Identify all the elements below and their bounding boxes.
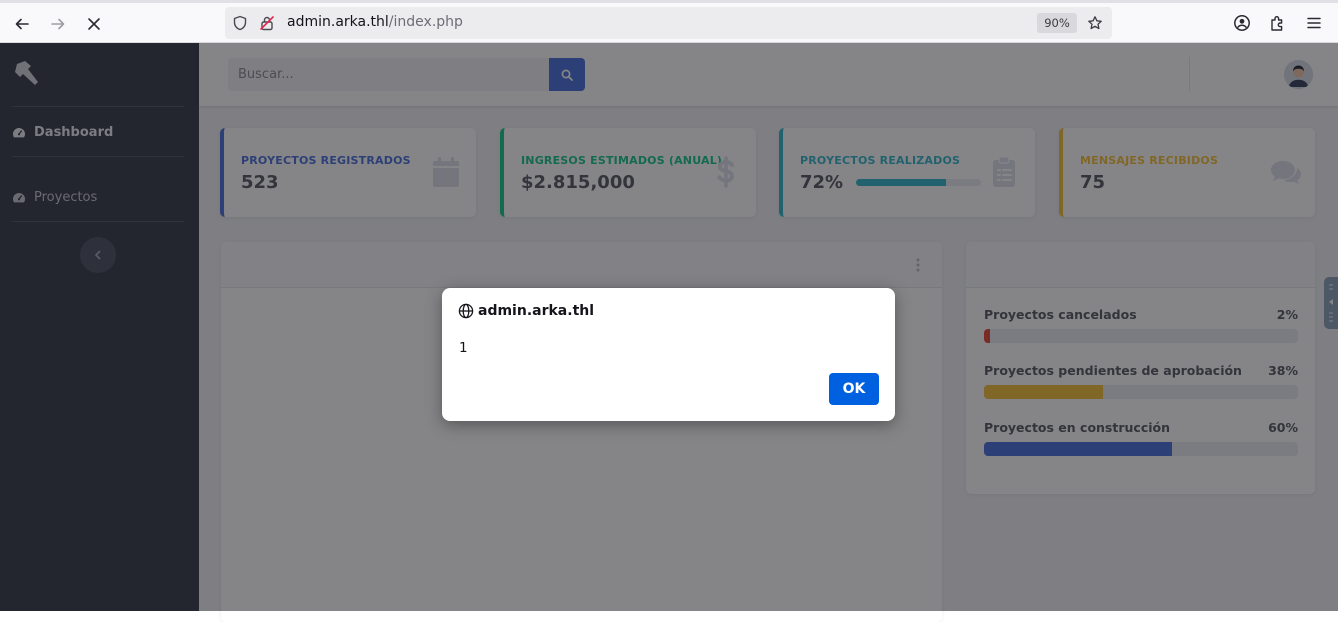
- dialog-origin-text: admin.arka.thl: [478, 303, 595, 319]
- extensions-icon[interactable]: [1269, 14, 1287, 32]
- close-icon: [88, 18, 100, 30]
- browser-toolbar: admin.arka.thl/index.php 90%: [0, 0, 1338, 43]
- ok-button[interactable]: OK: [829, 373, 879, 405]
- back-button[interactable]: [8, 11, 36, 37]
- zoom-level[interactable]: 90%: [1037, 13, 1077, 33]
- insecure-lock-icon[interactable]: [259, 15, 275, 31]
- bookmark-star-icon[interactable]: [1087, 15, 1103, 31]
- url-text[interactable]: admin.arka.thl/index.php: [287, 14, 463, 30]
- alert-dialog: admin.arka.thl 1 OK: [442, 288, 895, 421]
- arrow-left-icon: [15, 18, 29, 30]
- globe-icon: [458, 303, 474, 319]
- arrow-right-icon: [51, 18, 65, 30]
- dialog-origin: admin.arka.thl: [458, 303, 594, 319]
- forward-button[interactable]: [44, 11, 72, 37]
- stop-loading-button[interactable]: [80, 11, 108, 37]
- hamburger-menu-icon[interactable]: [1305, 14, 1323, 32]
- dialog-message: 1: [459, 340, 468, 356]
- shield-icon[interactable]: [232, 15, 248, 31]
- address-bar[interactable]: admin.arka.thl/index.php 90%: [225, 7, 1112, 39]
- account-icon[interactable]: [1233, 14, 1251, 32]
